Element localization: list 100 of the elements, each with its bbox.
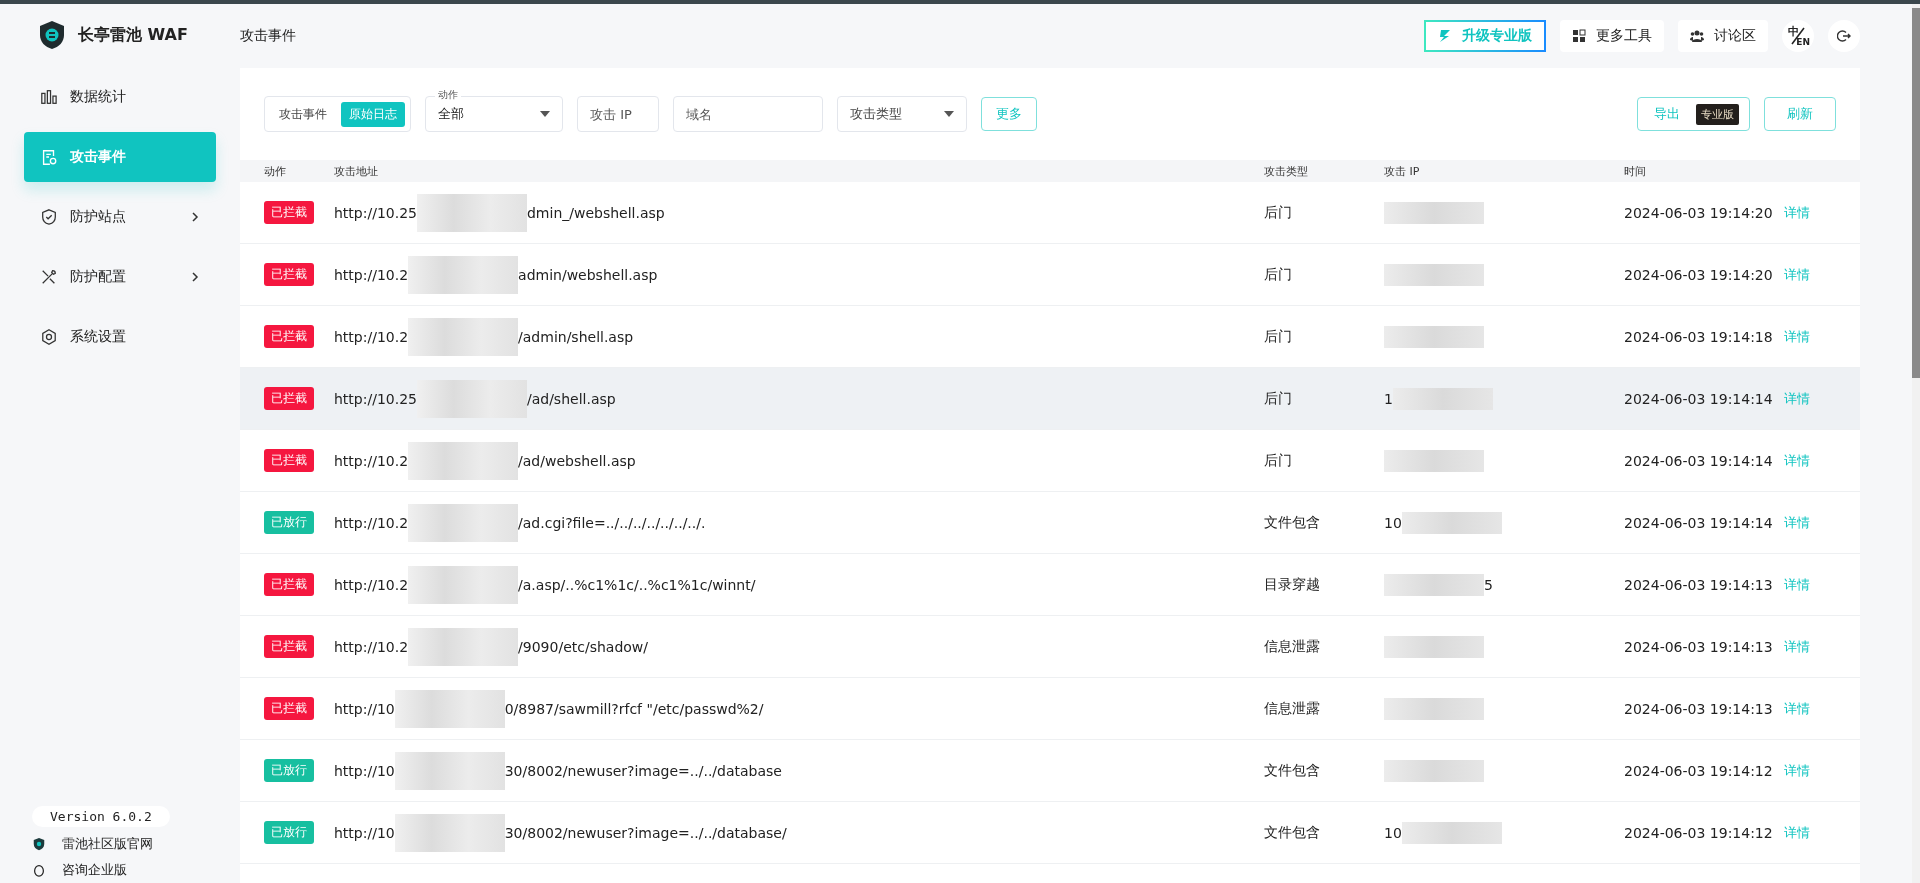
sidebar-item[interactable]: 攻击事件 <box>24 132 216 182</box>
url-text: 30/8002/newuser?image=../../database <box>504 762 782 779</box>
table-cell-text: 信息泄露 <box>1264 699 1321 718</box>
sidebar-item[interactable]: 系统设置 <box>24 312 216 362</box>
document-icon <box>40 148 58 166</box>
status-badge: 已拦截 <box>264 635 314 658</box>
ip-text: 10 <box>1384 824 1402 841</box>
table-cell-text: 后门 <box>1264 265 1293 284</box>
details-link[interactable]: 详情 <box>1784 390 1810 406</box>
status-badge: 已放行 <box>264 759 314 782</box>
table-cell-text: 文件包含 <box>1264 761 1321 780</box>
domain-field[interactable]: 域名 <box>673 96 823 132</box>
table-cell-text: 2024-06-03 19:14:13 <box>1624 700 1774 717</box>
url-text: 0/8987/sawmill?rfcf "/etc/passwd%2/ <box>504 700 764 717</box>
details-link[interactable]: 详情 <box>1784 266 1810 282</box>
details-link[interactable]: 详情 <box>1784 824 1810 840</box>
details-link[interactable]: 详情 <box>1784 514 1810 530</box>
sidebar-item[interactable]: 防护站点 <box>24 192 216 242</box>
details-link[interactable]: 详情 <box>1784 204 1810 220</box>
status-badge: 已拦截 <box>264 573 314 596</box>
table-cell-text: 2024-06-03 19:14:14 <box>1624 514 1774 531</box>
url-text: http://10.25 <box>334 204 417 221</box>
chevron-right-icon <box>190 212 200 222</box>
logout-button[interactable] <box>1828 20 1860 52</box>
grid-icon <box>1572 29 1586 43</box>
ip-text: 10 <box>1384 514 1402 531</box>
url-text: /ad/shell.asp <box>526 390 616 407</box>
url-text: http://10.2 <box>334 576 409 593</box>
url-text: http://10.2 <box>334 638 409 655</box>
table-cell-text: 2024-06-03 19:14:13 <box>1624 638 1774 655</box>
column-header: 攻击 IP <box>1384 163 1421 179</box>
url-text: http://10 <box>334 700 395 717</box>
table-cell-text: 信息泄露 <box>1264 637 1321 656</box>
details-link[interactable]: 详情 <box>1784 700 1810 716</box>
brand-name: 长亭雷池 WAF <box>78 24 188 46</box>
column-header: 攻击类型 <box>1264 163 1309 179</box>
caret-icon <box>540 111 550 117</box>
shield-icon <box>40 208 58 226</box>
attack-type-select[interactable]: 攻击类型 <box>837 96 967 132</box>
forum-button[interactable]: 讨论区 <box>1678 20 1768 52</box>
sidebar-link[interactable]: 雷池社区版官网 <box>32 835 216 853</box>
ip-text: 5 <box>1484 576 1493 593</box>
url-text: http://10.25 <box>334 390 417 407</box>
status-badge: 已拦截 <box>264 449 314 472</box>
table-cell-text: 文件包含 <box>1264 513 1321 532</box>
status-badge: 已拦截 <box>264 263 314 286</box>
url-text: /admin/shell.asp <box>518 328 634 345</box>
caret-icon <box>944 111 954 117</box>
shield-logo-icon <box>38 20 66 50</box>
more-button[interactable]: 更多 <box>981 97 1037 131</box>
sidebar-link[interactable]: 咨询企业版 <box>32 861 216 879</box>
sidebar-item[interactable]: 数据统计 <box>24 72 216 122</box>
upgrade-button[interactable]: 升级专业版 <box>1424 20 1546 52</box>
scrollbar[interactable] <box>1912 4 1920 883</box>
logout-icon <box>1837 29 1851 43</box>
table-cell-text: 2024-06-03 19:14:20 <box>1624 266 1774 283</box>
url-text: dmin_/webshell.asp <box>526 204 665 221</box>
export-button[interactable]: 导出 专业版 <box>1637 97 1750 131</box>
ip-field[interactable]: 攻击 IP <box>577 96 659 132</box>
url-text: http://10.2 <box>334 328 409 345</box>
table-cell-text: 后门 <box>1264 327 1293 346</box>
status-badge: 已拦截 <box>264 697 314 720</box>
bar-chart-icon <box>40 88 58 106</box>
details-link[interactable]: 详情 <box>1784 328 1810 344</box>
sidebar-item[interactable]: 防护配置 <box>24 252 216 302</box>
table-cell-text: 目录穿越 <box>1264 575 1321 594</box>
page-title: 攻击事件 <box>240 27 297 45</box>
details-link[interactable]: 详情 <box>1784 576 1810 592</box>
users-icon <box>1690 29 1704 43</box>
wrench-icon <box>40 268 58 286</box>
url-text: /ad/webshell.asp <box>518 452 636 469</box>
url-text: http://10.2 <box>334 452 409 469</box>
lightning-logo-icon <box>1438 29 1452 43</box>
url-text: /9090/etc/shadow/ <box>518 638 648 655</box>
url-text: /ad.cgi?file=../../../../../../../. <box>518 514 706 531</box>
table-cell-text: 文件包含 <box>1264 823 1321 842</box>
table-cell-text: 2024-06-03 19:14:12 <box>1624 762 1774 779</box>
pro-badge: 专业版 <box>1696 103 1739 125</box>
status-badge: 已拦截 <box>264 387 314 410</box>
table-cell-text: 2024-06-03 19:14:14 <box>1624 390 1774 407</box>
shield-icon <box>32 837 46 851</box>
ip-text: 1 <box>1384 390 1393 407</box>
table-cell-text: 2024-06-03 19:14:14 <box>1624 452 1774 469</box>
url-text: http://10 <box>334 824 395 841</box>
column-header: 动作 <box>263 163 287 179</box>
view-tab[interactable]: 攻击事件 <box>271 101 335 127</box>
status-badge: 已拦截 <box>264 325 314 348</box>
more-tools-button[interactable]: 更多工具 <box>1560 20 1664 52</box>
url-text: http://10.2 <box>334 266 409 283</box>
language-toggle[interactable]: 中 EN <box>1782 20 1814 52</box>
column-header: 攻击地址 <box>334 163 379 179</box>
refresh-button[interactable]: 刷新 <box>1764 97 1836 131</box>
view-tab[interactable]: 原始日志 <box>341 101 405 127</box>
table-cell-text: 2024-06-03 19:14:18 <box>1624 328 1774 345</box>
url-text: /a.asp/..%c1%1c/..%c1%1c/winnt/ <box>518 576 756 593</box>
details-link[interactable]: 详情 <box>1784 762 1810 778</box>
version-label: Version 6.0.2 <box>32 806 170 827</box>
details-link[interactable]: 详情 <box>1784 638 1810 654</box>
table-cell-text: 2024-06-03 19:14:13 <box>1624 576 1774 593</box>
details-link[interactable]: 详情 <box>1784 452 1810 468</box>
